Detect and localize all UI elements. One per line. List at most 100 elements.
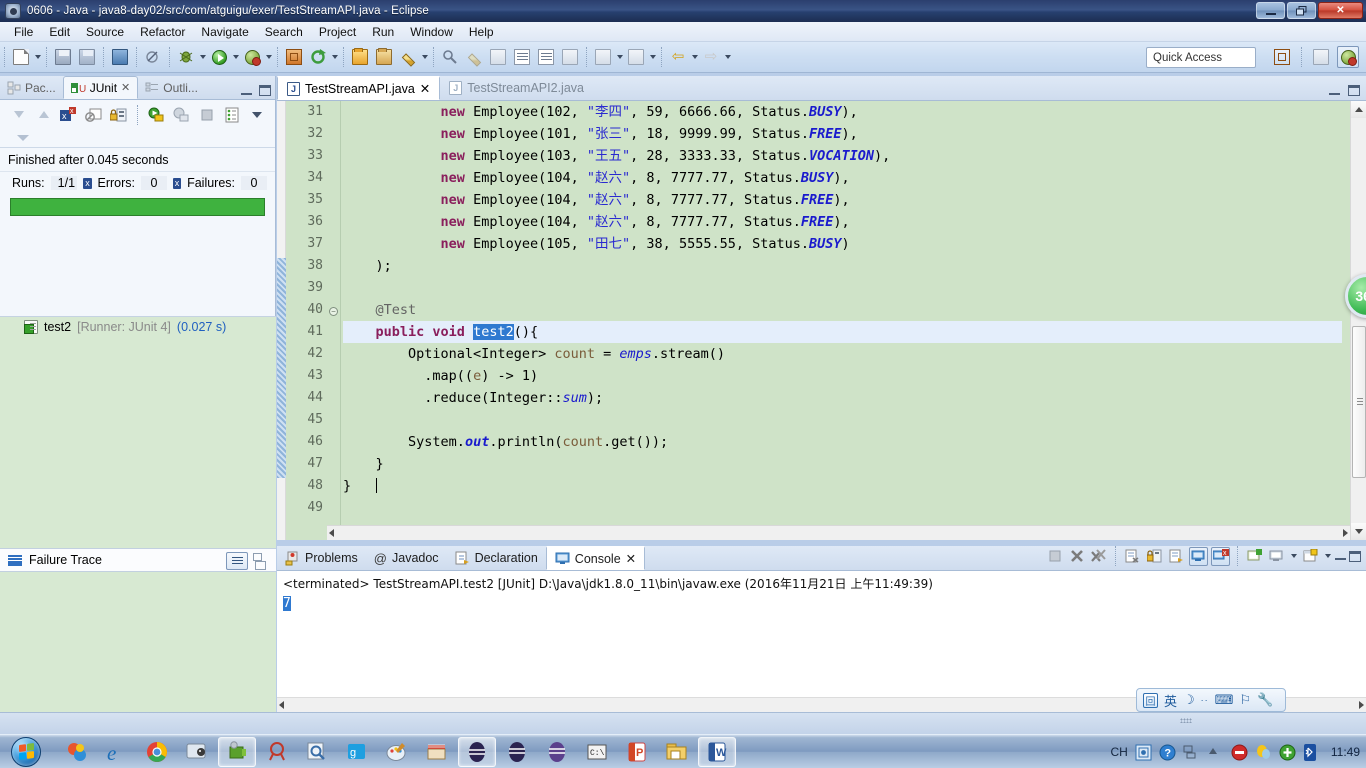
show-console-on-output-icon[interactable] <box>1189 546 1208 566</box>
code-line[interactable]: System.out.println(count.get()); <box>343 431 1342 453</box>
keyboard-icon[interactable]: ⌨ <box>1215 692 1234 708</box>
annotation-icon[interactable] <box>463 46 485 68</box>
scroll-left-icon[interactable] <box>329 529 334 537</box>
list-item[interactable]: test2 [Runner: JUnit 4] (0.027 s) <box>0 317 276 337</box>
editor-vertical-scrollbar[interactable] <box>1350 101 1366 540</box>
taskbar-item-chrome[interactable] <box>138 737 176 767</box>
taskbar-item-camtasia[interactable] <box>218 736 256 767</box>
rerun-test-icon[interactable] <box>146 104 167 125</box>
scroll-down-icon[interactable] <box>1351 523 1366 540</box>
maximize-view-icon[interactable] <box>259 85 271 96</box>
code-line[interactable]: } <box>343 453 1342 475</box>
code-line[interactable]: new Employee(104, "赵六", 8, 7777.77, Stat… <box>343 189 1342 211</box>
junit-toolbar-chevron-icon[interactable] <box>12 127 33 148</box>
debug-dropdown-icon[interactable] <box>198 46 207 68</box>
quick-access-input[interactable]: Quick Access <box>1146 47 1256 68</box>
link-icon[interactable] <box>487 46 509 68</box>
mark-occurrences-icon[interactable] <box>142 46 164 68</box>
next-edit-icon[interactable] <box>625 46 647 68</box>
code-line[interactable]: .map((e) -> 1) <box>343 365 1342 387</box>
menu-navigate[interactable]: Navigate <box>193 23 256 41</box>
menu-source[interactable]: Source <box>78 23 132 41</box>
rerun-failed-tests-icon[interactable] <box>171 104 192 125</box>
taskbar-item-magnifier[interactable] <box>298 737 336 767</box>
tab-declaration[interactable]: Declaration <box>447 546 546 570</box>
taskbar-item-explorer[interactable] <box>658 737 696 767</box>
clock[interactable]: 11:49 <box>1331 745 1360 759</box>
menu-edit[interactable]: Edit <box>41 23 78 41</box>
last-edit-location-icon[interactable] <box>592 46 614 68</box>
next-failure-icon[interactable] <box>8 104 29 125</box>
new-wizard-icon[interactable] <box>10 46 32 68</box>
sidebar-item-package-explorer[interactable]: Pac... <box>0 76 63 99</box>
code-line[interactable]: new Employee(103, "王五", 28, 3333.33, Sta… <box>343 145 1342 167</box>
remove-all-terminated-icon[interactable] <box>1089 547 1108 566</box>
refresh-dropdown-icon[interactable] <box>330 46 339 68</box>
menu-run[interactable]: Run <box>364 23 402 41</box>
show-whitespace-icon[interactable] <box>535 46 557 68</box>
bluetooth-icon[interactable] <box>1303 743 1320 761</box>
maximize-editor-icon[interactable] <box>1348 85 1360 96</box>
code-editor[interactable]: 31 32 33 34 35 36 37 38 39 40 41 42 43 44 45 46 47 48 49 −… <box>277 101 1366 540</box>
forward-dropdown-icon[interactable] <box>723 46 732 68</box>
pin-console-icon[interactable]: x <box>1211 546 1230 566</box>
clear-console-icon[interactable] <box>1123 547 1142 566</box>
open-console-icon[interactable] <box>1267 547 1286 566</box>
code-line[interactable]: new Employee(104, "赵六", 8, 7777.77, Stat… <box>343 211 1342 233</box>
forward-icon[interactable]: ⇨ <box>700 46 722 68</box>
save-icon[interactable] <box>52 46 74 68</box>
search-icon[interactable] <box>439 46 461 68</box>
minimize-editor-icon[interactable] <box>1329 87 1340 95</box>
taskbar-item-eclipse-2[interactable] <box>498 737 536 767</box>
language-indicator[interactable]: CH <box>1111 745 1128 759</box>
code-line[interactable]: Optional<Integer> count = emps.stream() <box>343 343 1342 365</box>
folding-column[interactable]: − <box>327 101 341 540</box>
code-line[interactable]: @Test <box>343 299 1342 321</box>
code-line[interactable]: ); <box>343 255 1342 277</box>
menu-help[interactable]: Help <box>461 23 502 41</box>
code-line[interactable]: .reduce(Integer::sum); <box>343 387 1342 409</box>
scroll-lock-toggle-icon[interactable] <box>1167 547 1186 566</box>
resize-grip[interactable] <box>1180 718 1192 723</box>
terminate-icon[interactable] <box>1045 547 1064 566</box>
perspective-java-icon[interactable] <box>1337 46 1359 68</box>
stack-trace-filter-icon[interactable] <box>252 552 270 570</box>
annotation-ruler[interactable] <box>277 101 286 540</box>
scroll-left-icon[interactable] <box>279 701 284 709</box>
tab-teststreamapi2[interactable]: J TestStreamAPI2.java <box>440 76 593 100</box>
sidebar-item-outline[interactable]: Outli... <box>138 76 205 99</box>
junit-results-tree[interactable]: test2 [Runner: JUnit 4] (0.027 s) <box>0 316 276 548</box>
taskbar-item-eclipse-1[interactable] <box>458 736 496 767</box>
code-line[interactable]: new Employee(102, "李四", 59, 6666.66, Sta… <box>343 101 1342 123</box>
minimize-button[interactable] <box>1256 2 1285 19</box>
next-annotation-icon[interactable] <box>511 46 533 68</box>
new-wizard-dropdown-icon[interactable] <box>33 46 42 68</box>
restore-button[interactable] <box>1287 2 1316 19</box>
print-icon[interactable] <box>109 46 131 68</box>
scroll-up-icon[interactable] <box>1351 101 1366 118</box>
code-line[interactable]: new Employee(104, "赵六", 8, 7777.77, Stat… <box>343 167 1342 189</box>
tab-problems[interactable]: Problems <box>277 546 366 570</box>
junit-view-menu-icon[interactable] <box>246 104 267 125</box>
code-line[interactable] <box>343 409 1342 431</box>
minimize-view-icon[interactable] <box>241 87 252 95</box>
display-selected-console-icon[interactable] <box>1245 547 1264 566</box>
security-icon[interactable] <box>1231 744 1248 761</box>
network-icon[interactable] <box>1183 744 1200 761</box>
compare-results-icon[interactable] <box>226 552 248 570</box>
scroll-right-icon[interactable] <box>1359 701 1364 709</box>
taskbar-item-snipping[interactable] <box>258 737 296 767</box>
open-type-icon[interactable] <box>349 46 371 68</box>
scrollbar-thumb[interactable] <box>1352 326 1366 478</box>
coverage-dropdown-icon[interactable] <box>264 46 273 68</box>
taskbar-item-powerpoint[interactable]: P <box>618 737 656 767</box>
remove-launch-icon[interactable] <box>1067 547 1086 566</box>
taskbar-item-paint[interactable] <box>378 737 416 767</box>
taskbar-item-qq[interactable] <box>178 737 216 767</box>
open-task-dropdown-icon[interactable] <box>420 46 429 68</box>
menu-refactor[interactable]: Refactor <box>132 23 193 41</box>
menu-project[interactable]: Project <box>311 23 364 41</box>
test-run-history-icon[interactable] <box>221 104 242 125</box>
close-icon[interactable]: ✕ <box>626 551 636 566</box>
stop-on-error-icon[interactable] <box>83 104 104 125</box>
